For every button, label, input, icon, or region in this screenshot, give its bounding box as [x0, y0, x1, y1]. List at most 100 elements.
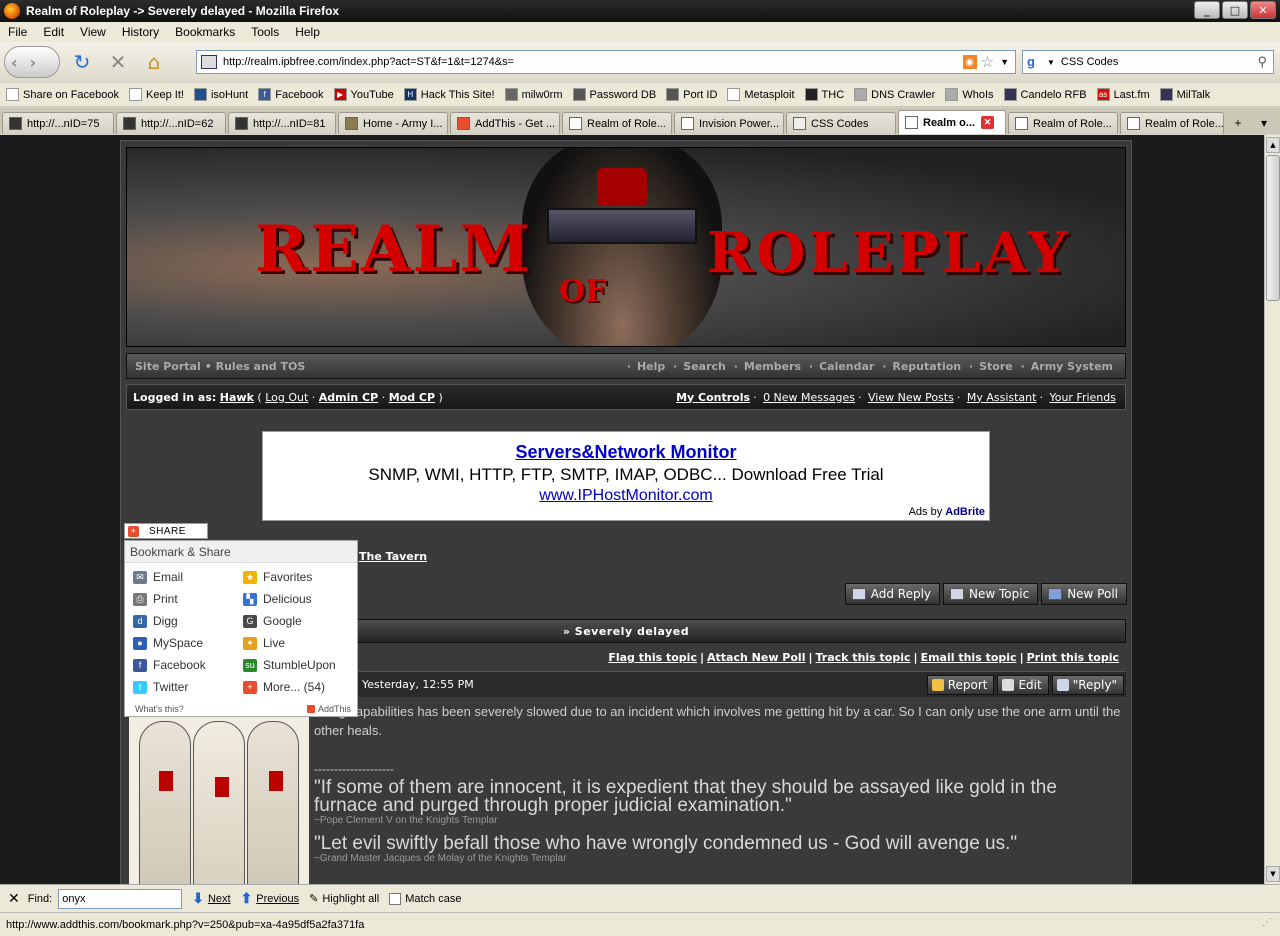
scroll-thumb[interactable]	[1266, 155, 1280, 301]
bookmark-item[interactable]: MilTalk	[1159, 88, 1210, 101]
close-find-icon[interactable]: ✕	[8, 890, 20, 907]
search-engine-dropdown-icon[interactable]: ▼	[1047, 58, 1055, 67]
resize-grip-icon[interactable]: ⋰	[1262, 917, 1276, 931]
new-poll-button[interactable]: New Poll	[1041, 583, 1127, 605]
close-window-button[interactable]: ✕	[1250, 1, 1276, 19]
new-topic-button[interactable]: New Topic	[943, 583, 1039, 605]
back-arrow-icon[interactable]: ‹	[11, 53, 18, 72]
share-facebook[interactable]: f Facebook	[133, 657, 243, 673]
addthis-brand[interactable]: AddThis	[306, 704, 351, 714]
admin-cp-link[interactable]: Admin CP	[319, 391, 378, 404]
share-print[interactable]: ⎙ Print	[133, 591, 243, 607]
report-button[interactable]: Report	[926, 674, 995, 695]
ad-headline[interactable]: Servers&Network Monitor	[263, 442, 989, 463]
find-input[interactable]: onyx	[58, 888, 183, 909]
bookmark-item[interactable]: Password DB	[572, 88, 656, 101]
attach-poll-link[interactable]: Attach New Poll	[707, 651, 805, 664]
home-icon[interactable]: ⌂	[140, 48, 168, 76]
bookmark-item[interactable]: Keep It!	[129, 88, 184, 101]
menu-help[interactable]: Help	[287, 25, 328, 39]
find-previous-button[interactable]: ⬆ Previous	[241, 890, 300, 907]
bookmark-item[interactable]: Candelo RFB	[1003, 88, 1087, 101]
tab[interactable]: Invision Power...	[674, 112, 784, 134]
my-controls-link[interactable]: My Controls	[676, 391, 750, 404]
rss-icon[interactable]: ◉	[962, 55, 977, 69]
tab[interactable]: Realm of Role...	[1120, 112, 1224, 134]
ad-link[interactable]: www.IPHostMonitor.com	[263, 487, 989, 505]
search-icon[interactable]: ⚲	[1257, 54, 1267, 70]
ad-attribution[interactable]: Ads by AdBrite	[909, 506, 985, 518]
tab[interactable]: Home - Army I...	[338, 112, 448, 134]
bookmark-item[interactable]: Metasploit	[727, 88, 795, 101]
my-assistant-link[interactable]: My Assistant	[967, 391, 1037, 404]
close-tab-icon[interactable]: ✕	[980, 116, 994, 129]
tab-list-icon[interactable]: ▾	[1252, 112, 1276, 134]
share-twitter[interactable]: t Twitter	[133, 679, 243, 695]
menu-file[interactable]: File	[0, 25, 35, 39]
tab[interactable]: Realm of Role...	[1008, 112, 1118, 134]
nav-calendar[interactable]: Calendar	[819, 360, 874, 373]
share-myspace[interactable]: ● MySpace	[133, 635, 243, 651]
vertical-scrollbar[interactable]: ▲ ▼	[1264, 135, 1280, 884]
quote-reply-button[interactable]: "Reply"	[1051, 674, 1124, 695]
bookmark-item[interactable]: Port ID	[666, 88, 717, 101]
nav-army-system[interactable]: Army System	[1031, 360, 1113, 373]
track-topic-link[interactable]: Track this topic	[816, 651, 911, 664]
share-button[interactable]: + SHARE	[124, 523, 208, 539]
forward-arrow-icon[interactable]: ›	[30, 53, 37, 72]
nav-reputation[interactable]: Reputation	[892, 360, 961, 373]
tab[interactable]: http://...nID=62	[116, 112, 226, 134]
share-google[interactable]: G Google	[243, 613, 353, 629]
share-favorites[interactable]: ★ Favorites	[243, 569, 353, 585]
share-email[interactable]: ✉ Email	[133, 569, 243, 585]
search-input[interactable]: CSS Codes	[1061, 56, 1258, 68]
bookmark-item[interactable]: f Facebook	[258, 88, 324, 101]
tab[interactable]: http://...nID=81	[228, 112, 336, 134]
nav-site-portal[interactable]: Site Portal	[135, 360, 201, 373]
bookmark-item[interactable]: DNS Crawler	[854, 88, 935, 101]
bookmark-item[interactable]: as Last.fm	[1096, 88, 1150, 101]
bookmark-item[interactable]: H Hack This Site!	[403, 88, 495, 101]
flag-topic-link[interactable]: Flag this topic	[608, 651, 697, 664]
back-forward-buttons[interactable]: ‹ ›	[4, 46, 60, 78]
add-reply-button[interactable]: Add Reply	[844, 583, 941, 605]
nav-store[interactable]: Store	[979, 360, 1013, 373]
scroll-down-icon[interactable]: ▼	[1266, 866, 1280, 882]
bookmark-item[interactable]: ▶ YouTube	[333, 88, 394, 101]
tab[interactable]: AddThis - Get ...	[450, 112, 560, 134]
bookmark-item[interactable]: THC	[804, 88, 844, 101]
find-next-button[interactable]: ⬇ Next	[192, 890, 230, 907]
menu-history[interactable]: History	[114, 25, 167, 39]
google-icon[interactable]: g	[1027, 54, 1045, 70]
bookmark-star-icon[interactable]: ☆	[981, 53, 994, 71]
share-stumbleupon[interactable]: su StumbleUpon	[243, 657, 353, 673]
new-tab-icon[interactable]: +	[1226, 112, 1250, 134]
print-topic-link[interactable]: Print this topic	[1027, 651, 1119, 664]
nav-rules[interactable]: Rules and TOS	[216, 360, 306, 373]
view-new-posts-link[interactable]: View New Posts	[868, 391, 954, 404]
share-live[interactable]: ✦ Live	[243, 635, 353, 651]
tab[interactable]: http://...nID=75	[2, 112, 114, 134]
whats-this-link[interactable]: What's this?	[135, 704, 184, 714]
logout-link[interactable]: Log Out	[265, 391, 308, 404]
bookmark-item[interactable]: isoHunt	[193, 88, 248, 101]
tab[interactable]: CSS Codes	[786, 112, 896, 134]
checkbox-icon[interactable]	[389, 892, 402, 905]
tab[interactable]: Realm of Role...	[562, 112, 672, 134]
highlight-all-button[interactable]: ✎ Highlight all	[309, 892, 379, 906]
breadcrumb[interactable]: The Tavern	[359, 550, 427, 563]
nav-help[interactable]: Help	[637, 360, 665, 373]
username-link[interactable]: Hawk	[220, 391, 254, 404]
nav-members[interactable]: Members	[744, 360, 801, 373]
url-bar[interactable]: http://realm.ipbfree.com/index.php?act=S…	[196, 50, 1016, 74]
bookmark-item[interactable]: WhoIs	[945, 88, 994, 101]
email-topic-link[interactable]: Email this topic	[921, 651, 1017, 664]
advertisement-banner[interactable]: Servers&Network Monitor SNMP, WMI, HTTP,…	[262, 431, 990, 521]
tab-active[interactable]: Realm o... ✕	[898, 110, 1006, 134]
nav-search[interactable]: Search	[683, 360, 726, 373]
share-more[interactable]: + More... (54)	[243, 679, 353, 695]
scroll-up-icon[interactable]: ▲	[1266, 137, 1280, 153]
menu-tools[interactable]: Tools	[243, 25, 287, 39]
reload-icon[interactable]: ↻	[68, 48, 96, 76]
bookmark-item[interactable]: milw0rm	[504, 88, 563, 101]
